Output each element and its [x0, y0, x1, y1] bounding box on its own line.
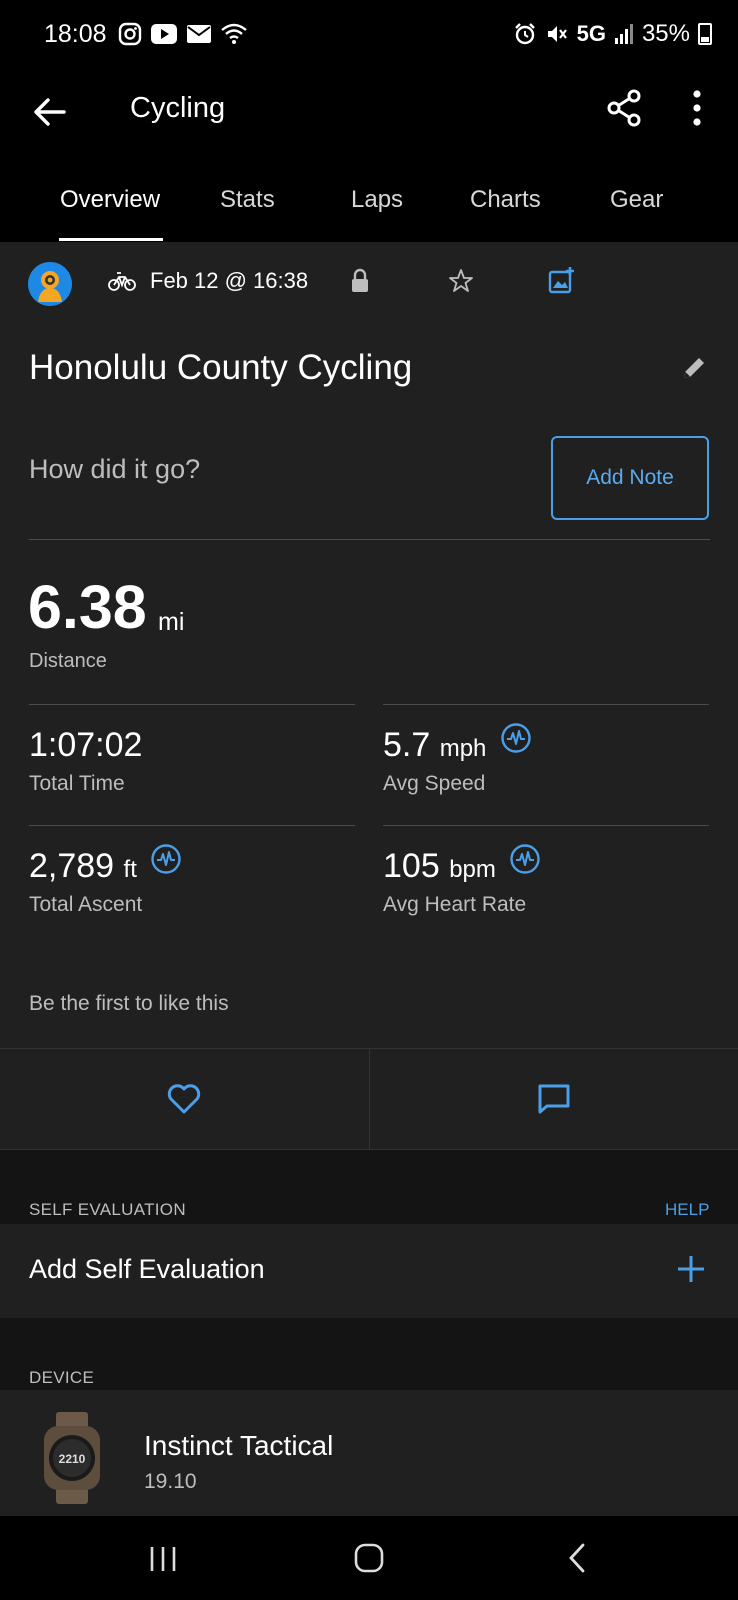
self-evaluation-header: SELF EVALUATION	[29, 1200, 186, 1219]
likes-text: Be the first to like this	[29, 992, 229, 1015]
stat-label: Total Ascent	[29, 893, 143, 916]
stat-label: Avg Heart Rate	[383, 893, 527, 916]
add-photo-icon[interactable]	[548, 266, 576, 294]
divider	[29, 704, 355, 705]
note-prompt[interactable]: How did it go?	[29, 454, 200, 485]
divider	[383, 825, 709, 826]
youtube-icon	[151, 24, 177, 44]
activity-meta-row: Feb 12 @ 16:38	[0, 242, 738, 322]
overview-content: Feb 12 @ 16:38 Honolulu County Cycling H…	[0, 242, 738, 1516]
stat-label: Avg Speed	[383, 772, 486, 795]
comment-icon	[538, 1084, 570, 1114]
activity-title: Honolulu County Cycling	[29, 348, 413, 387]
privacy-lock-icon[interactable]	[350, 268, 370, 294]
system-back-button[interactable]	[566, 1542, 588, 1574]
mail-icon	[187, 25, 211, 43]
add-self-evaluation-row[interactable]: Add Self Evaluation	[0, 1224, 738, 1318]
stat-number: 2,789	[29, 847, 115, 885]
stat-value: 2,789 ft	[29, 847, 137, 886]
divider	[29, 825, 355, 826]
section-gap	[0, 1318, 738, 1390]
alarm-icon	[514, 23, 535, 45]
heart-icon	[167, 1084, 201, 1114]
system-status: 5G 35%	[513, 20, 712, 48]
plus-icon[interactable]	[676, 1254, 706, 1284]
comment-button[interactable]	[369, 1049, 738, 1149]
stat-value: 1:07:02	[29, 726, 142, 765]
battery-icon	[698, 23, 712, 45]
stat-unit: ft	[123, 856, 137, 883]
watch-icon: 2210	[44, 1412, 100, 1504]
distance-label: Distance	[29, 650, 107, 672]
status-time: 18:08	[44, 20, 107, 48]
device-name: Instinct Tactical	[144, 1430, 334, 1461]
stat-unit: bpm	[449, 856, 496, 883]
divider	[383, 704, 709, 705]
pulse-chart-icon[interactable]	[150, 843, 182, 875]
recents-button[interactable]	[148, 1544, 178, 1574]
back-button[interactable]	[28, 90, 72, 134]
page-title: Cycling	[130, 92, 226, 124]
divider	[29, 539, 710, 540]
like-button[interactable]	[0, 1049, 368, 1149]
pulse-chart-icon[interactable]	[509, 843, 541, 875]
system-nav-bar	[0, 1516, 738, 1600]
tab-gear[interactable]: Gear	[610, 186, 663, 214]
signal-icon	[614, 24, 633, 44]
active-tab-indicator	[59, 238, 163, 241]
wifi-icon	[221, 23, 247, 44]
bicycle-icon	[108, 272, 136, 291]
instagram-icon	[118, 22, 142, 46]
watch-display-text: 2210	[59, 1452, 86, 1466]
share-button[interactable]	[604, 86, 644, 130]
device-version: 19.10	[144, 1470, 197, 1493]
device-header: DEVICE	[29, 1368, 95, 1387]
tab-overview[interactable]: Overview	[60, 186, 160, 214]
tab-charts[interactable]: Charts	[470, 186, 541, 214]
stat-value: 105 bpm	[383, 847, 496, 886]
user-avatar-icon	[28, 262, 72, 306]
avatar[interactable]	[28, 262, 72, 306]
social-action-row	[0, 1048, 738, 1150]
stat-label: Total Time	[29, 772, 125, 795]
distance-value: 6.38	[28, 573, 147, 641]
distance-unit: mi	[158, 608, 185, 636]
notification-icons	[118, 22, 248, 46]
help-link[interactable]: HELP	[665, 1200, 709, 1220]
activity-date: Feb 12 @ 16:38	[150, 268, 309, 293]
stat-number: 1:07:02	[29, 726, 143, 764]
stat-unit: mph	[439, 735, 487, 762]
stat-number: 105	[383, 847, 440, 885]
mute-icon	[547, 26, 567, 42]
add-note-button[interactable]: Add Note	[551, 436, 709, 520]
tab-stats[interactable]: Stats	[220, 186, 275, 214]
app-bar: Cycling	[0, 72, 738, 162]
tab-bar: Overview Stats Laps Charts Gear	[0, 162, 738, 242]
stat-value: 5.7 mph	[383, 726, 486, 765]
battery-percent: 35%	[641, 20, 690, 47]
stat-number: 5.7	[383, 726, 431, 764]
pulse-chart-icon[interactable]	[500, 722, 532, 754]
edit-pencil-icon[interactable]	[680, 354, 708, 382]
screen: 18:08 5G 35% Cycling Overview Stats Laps…	[0, 0, 738, 1600]
add-self-evaluation-label: Add Self Evaluation	[29, 1254, 265, 1284]
home-button[interactable]	[354, 1543, 384, 1573]
tab-laps[interactable]: Laps	[351, 186, 403, 214]
favorite-star-icon[interactable]	[448, 268, 474, 294]
device-row[interactable]: 2210 Instinct Tactical 19.10	[0, 1390, 738, 1516]
more-options-button[interactable]	[682, 86, 712, 130]
status-bar: 18:08 5G 35%	[0, 0, 738, 72]
network-type: 5G	[576, 21, 606, 46]
